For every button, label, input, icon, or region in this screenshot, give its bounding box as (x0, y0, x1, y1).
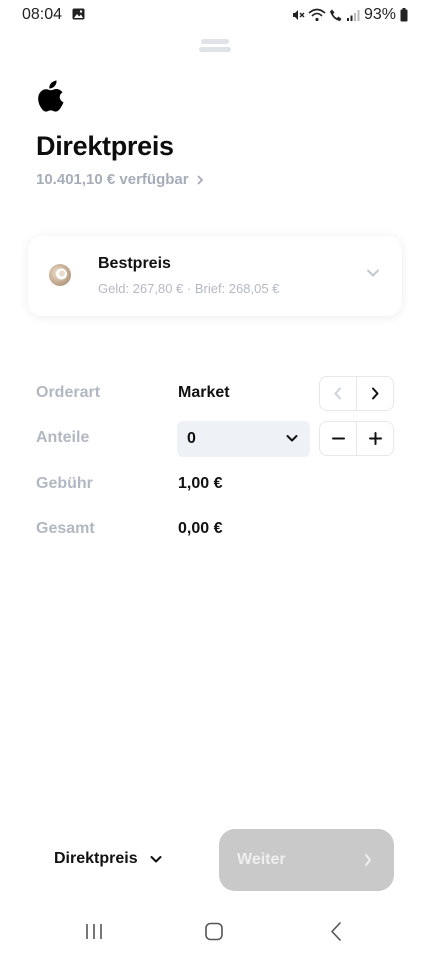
venue-logo-icon (49, 264, 71, 286)
venue-name: Bestpreis (98, 255, 171, 272)
next-button-label: Weiter (237, 851, 286, 868)
order-type-prev-button[interactable] (320, 377, 356, 410)
order-type-value: Market (178, 384, 230, 401)
fee-value: 1,00 € (178, 475, 223, 492)
chevron-right-icon (372, 387, 379, 400)
total-value: 0,00 € (178, 520, 223, 537)
available-balance: 10.401,10 € verfügbar (36, 171, 189, 188)
recent-apps-icon[interactable] (70, 915, 118, 951)
shares-value: 0 (187, 430, 196, 447)
fee-label: Gebühr (36, 475, 93, 492)
total-label: Gesamt (36, 520, 95, 537)
back-icon[interactable] (312, 915, 360, 951)
shares-decrement-button[interactable] (320, 422, 356, 455)
apple-logo-icon (38, 80, 64, 112)
shares-increment-button[interactable] (356, 422, 393, 455)
battery-percent: 93% (363, 6, 396, 23)
available-balance-link[interactable]: 10.401,10 € verfügbar (36, 171, 204, 188)
chevron-left-icon (334, 387, 341, 400)
trading-venue-selector[interactable]: Bestpreis Geld: 267,80 € · Brief: 268,05… (28, 236, 402, 316)
sheet-handle[interactable] (199, 39, 231, 53)
shares-label: Anteile (36, 429, 90, 446)
chevron-right-icon (365, 854, 371, 866)
order-mode-selector[interactable]: Direktpreis (54, 850, 162, 868)
status-right: 93% (291, 6, 408, 24)
minus-icon (331, 437, 345, 440)
order-mode-label: Direktpreis (54, 850, 138, 867)
mute-icon (292, 10, 305, 20)
order-type-stepper (319, 376, 394, 411)
signal-icon (346, 10, 360, 21)
chevron-down-icon (367, 269, 379, 277)
battery-icon (400, 8, 408, 22)
wifi-icon (308, 8, 326, 22)
chevron-down-icon (286, 435, 298, 442)
next-button[interactable]: Weiter (219, 829, 394, 891)
gallery-icon (72, 8, 85, 20)
order-type-label: Orderart (36, 384, 101, 401)
chevron-down-icon (150, 855, 162, 862)
status-bar: 08:04 93% (0, 0, 430, 30)
shares-stepper (319, 421, 394, 456)
venue-quote: Geld: 267,80 € · Brief: 268,05 € (98, 281, 280, 296)
system-navigation-bar (70, 915, 360, 951)
order-type-next-button[interactable] (356, 377, 393, 410)
plus-icon (368, 432, 382, 445)
shares-select[interactable]: 0 (177, 421, 310, 457)
call-icon (329, 9, 342, 21)
chevron-right-icon (197, 175, 203, 184)
page-title: Direktpreis (36, 131, 174, 161)
home-icon[interactable] (190, 915, 238, 951)
status-time: 08:04 (22, 6, 63, 23)
